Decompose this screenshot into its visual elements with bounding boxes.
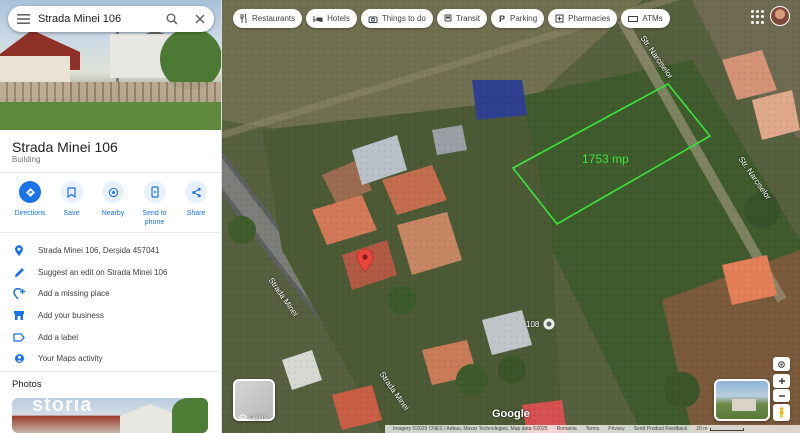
add-place-icon: [12, 287, 26, 301]
place-category[interactable]: Building: [12, 155, 40, 164]
divider: [0, 232, 221, 233]
nearby-button[interactable]: Nearby: [93, 181, 133, 227]
search-icon[interactable]: [158, 6, 186, 32]
bookmark-icon: [60, 181, 83, 203]
photo-watermark: storia: [32, 398, 93, 416]
plot-area-label: 1753 mp: [582, 152, 629, 166]
suggest-edit-row[interactable]: Suggest an edit on Strada Minei 106: [0, 262, 221, 284]
attribution-bar: Imagery ©2025 CNES / Airbus, Maxar Techn…: [385, 425, 800, 433]
add-label-row[interactable]: Add a label: [0, 326, 221, 348]
pencil-icon: [12, 265, 26, 279]
svg-text:P: P: [499, 14, 505, 23]
share-button[interactable]: Share: [176, 181, 216, 227]
pegman-icon[interactable]: [773, 404, 790, 421]
divider: [0, 371, 221, 372]
street-view-preview[interactable]: [714, 379, 770, 421]
directions-icon: [19, 181, 41, 203]
google-logo: Google: [492, 408, 530, 420]
business-icon: [12, 309, 26, 323]
share-label: Share: [186, 210, 206, 217]
zoom-out-button[interactable]: [773, 389, 790, 402]
satellite-imagery: [222, 0, 800, 433]
chip-transit[interactable]: Transit: [436, 9, 488, 28]
nearby-icon: [102, 181, 124, 203]
chip-things-to-do[interactable]: Things to do: [360, 9, 433, 28]
send-to-phone-button[interactable]: Send to phone: [135, 181, 175, 227]
chip-parking[interactable]: P Parking: [491, 9, 545, 28]
history-icon: [12, 352, 26, 366]
send-to-phone-label: Send to phone: [142, 210, 167, 226]
privacy-link[interactable]: Privacy: [608, 426, 624, 432]
address-marker-icon: [543, 318, 555, 330]
place-title: Strada Minei 106: [12, 139, 118, 155]
country-label: Romania: [556, 426, 577, 432]
divider: [0, 172, 221, 173]
plus-icon: [778, 378, 785, 384]
scale-bar[interactable]: 20 m: [696, 426, 745, 432]
chip-atms[interactable]: ATMs: [621, 9, 670, 28]
directions-label: Directions: [14, 210, 46, 217]
minus-icon: [778, 394, 785, 397]
photos-heading: Photos: [12, 379, 42, 390]
search-box: [8, 6, 214, 32]
chip-restaurants[interactable]: Restaurants: [233, 9, 303, 28]
feedback-link[interactable]: Send Product Feedback: [634, 426, 688, 432]
search-input[interactable]: [38, 13, 158, 25]
maps-activity-row[interactable]: Your Maps activity: [0, 348, 221, 370]
atm-icon: [628, 15, 639, 22]
add-business-row[interactable]: Add your business: [0, 305, 221, 327]
my-location-button[interactable]: [773, 357, 790, 371]
pharmacy-icon: [555, 14, 564, 23]
add-missing-place-row[interactable]: Add a missing place: [0, 283, 221, 305]
phone-icon: [143, 181, 166, 203]
chip-pharmacies[interactable]: Pharmacies: [548, 9, 618, 28]
action-bar: Directions Save Nearby Send to phone Sha…: [10, 181, 216, 227]
avatar[interactable]: [770, 6, 790, 26]
bed-icon: [313, 15, 323, 23]
nearby-label: Nearby: [101, 210, 125, 217]
map-canvas[interactable]: 1753 mp Strada Minei Strada Minei Str. N…: [222, 0, 800, 433]
location-pin-icon: [12, 244, 26, 258]
address-row[interactable]: Strada Minei 106, Derșida 457041: [0, 240, 221, 262]
layers-button[interactable]: Layers: [233, 379, 275, 422]
camera-icon: [368, 15, 378, 23]
category-chips: Restaurants Hotels Things to do Transit …: [233, 9, 670, 28]
info-list: Strada Minei 106, Derșida 457041 Suggest…: [0, 240, 221, 370]
directions-button[interactable]: Directions: [10, 181, 50, 227]
parking-icon: P: [498, 14, 506, 23]
apps-grid-icon[interactable]: [751, 10, 765, 24]
save-button[interactable]: Save: [52, 181, 92, 227]
save-label: Save: [63, 210, 80, 217]
bus-icon: [444, 14, 452, 23]
chip-hotels[interactable]: Hotels: [306, 9, 357, 28]
fork-knife-icon: [240, 14, 248, 23]
crosshair-icon: [778, 360, 785, 368]
zoom-in-button[interactable]: [773, 374, 790, 388]
terms-link[interactable]: Terms: [586, 426, 600, 432]
place-panel: Strada Minei 106 Building Directions Sav…: [0, 0, 222, 433]
close-icon[interactable]: [186, 6, 214, 32]
share-icon: [185, 181, 207, 203]
label-icon: [12, 330, 26, 344]
layers-icon: [238, 409, 248, 427]
menu-icon[interactable]: [8, 6, 38, 32]
address-marker-label: 108: [526, 320, 540, 329]
photo-thumbnail[interactable]: storia: [12, 398, 208, 433]
